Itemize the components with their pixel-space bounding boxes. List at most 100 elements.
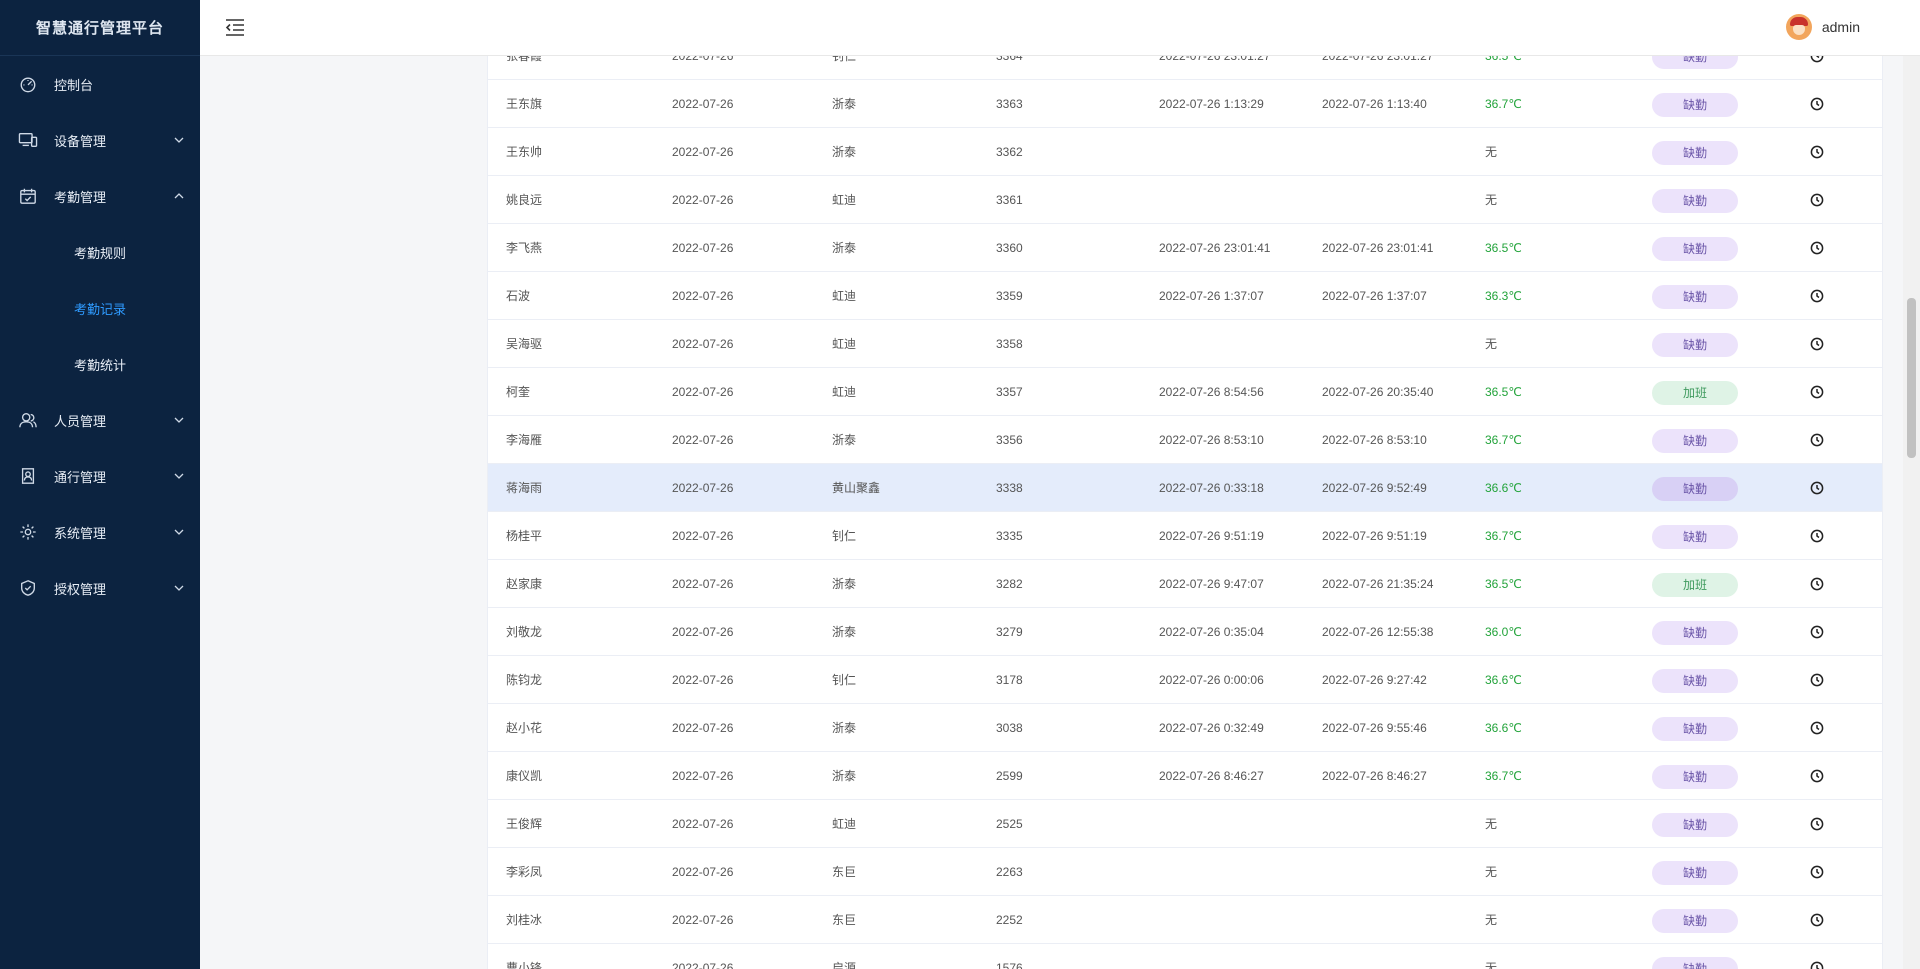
table-row[interactable]: 王俊辉 2022-07-26 虹迪 2525 无 缺勤 [488, 800, 1882, 848]
dashboard-icon [18, 74, 38, 94]
cell-check-out: 2022-07-26 12:55:38 [1322, 625, 1434, 639]
cell-name: 陈钧龙 [506, 673, 543, 687]
chevron-down-icon [174, 529, 184, 535]
cell-check-in: 2022-07-26 0:33:18 [1159, 481, 1264, 495]
sidebar-item-attendance-stats[interactable]: 考勤统计 [0, 336, 200, 392]
page-scrollbar[interactable] [1903, 56, 1920, 969]
cell-date: 2022-07-26 [672, 97, 734, 111]
table-row[interactable]: 赵家康 2022-07-26 浙泰 3282 2022-07-26 9:47:07 202… [488, 560, 1882, 608]
table-row[interactable]: 李彩凤 2022-07-26 东巨 2263 无 缺勤 [488, 848, 1882, 896]
sidebar-item-dashboard[interactable]: 控制台 [0, 56, 200, 112]
clock-icon[interactable] [1810, 865, 1824, 879]
table-row[interactable]: 李海雁 2022-07-26 浙泰 3356 2022-07-26 8:53:10 202… [488, 416, 1882, 464]
clock-icon[interactable] [1810, 337, 1824, 351]
clock-icon[interactable] [1810, 721, 1824, 735]
clock-icon[interactable] [1810, 289, 1824, 303]
users-icon [18, 410, 38, 430]
cell-date: 2022-07-26 [672, 481, 734, 495]
table-row[interactable]: 张春霞 2022-07-26 钊仁 3364 2022-07-26 23:01:27 20… [488, 56, 1882, 80]
cell-temperature: 无 [1485, 193, 1498, 207]
cell-date: 2022-07-26 [672, 56, 734, 63]
table-row[interactable]: 石波 2022-07-26 虹迪 3359 2022-07-26 1:37:07 2022… [488, 272, 1882, 320]
sidebar-item-access[interactable]: 通行管理 [0, 448, 200, 504]
clock-icon[interactable] [1810, 913, 1824, 927]
table-row[interactable]: 姚良远 2022-07-26 虹迪 3361 无 缺勤 [488, 176, 1882, 224]
clock-icon[interactable] [1810, 769, 1824, 783]
cell-name: 石波 [506, 289, 531, 303]
sidebar-item-authorization[interactable]: 授权管理 [0, 560, 200, 616]
devices-icon [18, 130, 38, 150]
table-row[interactable]: 王东帅 2022-07-26 浙泰 3362 无 缺勤 [488, 128, 1882, 176]
status-badge: 加班 [1652, 573, 1738, 597]
cell-check-out: 2022-07-26 9:52:49 [1322, 481, 1427, 495]
status-badge: 缺勤 [1652, 477, 1738, 501]
calendar-icon [18, 186, 38, 206]
table-row[interactable]: 康仪凯 2022-07-26 浙泰 2599 2022-07-26 8:46:27 202… [488, 752, 1882, 800]
status-badge: 缺勤 [1652, 909, 1738, 933]
clock-icon[interactable] [1810, 529, 1824, 543]
cell-date: 2022-07-26 [672, 865, 734, 879]
cell-temperature: 无 [1485, 337, 1498, 351]
cell-name: 赵家康 [506, 577, 543, 591]
sidebar-item-label: 控制台 [54, 77, 94, 93]
table-row[interactable]: 王东旗 2022-07-26 浙泰 3363 2022-07-26 1:13:29 202… [488, 80, 1882, 128]
table-row[interactable]: 蒋海雨 2022-07-26 黄山聚鑫 3338 2022-07-26 0:33:18 2… [488, 464, 1882, 512]
clock-icon[interactable] [1810, 817, 1824, 831]
avatar[interactable] [1785, 14, 1812, 40]
clock-icon[interactable] [1810, 481, 1824, 495]
cell-id: 3178 [996, 673, 1023, 687]
cell-name: 吴海驱 [506, 337, 543, 351]
scrollbar-thumb[interactable] [1907, 298, 1916, 458]
clock-icon[interactable] [1810, 193, 1824, 207]
table-row[interactable]: 柯奎 2022-07-26 虹迪 3357 2022-07-26 8:54:56 2022… [488, 368, 1882, 416]
cell-id: 3362 [996, 145, 1023, 159]
cell-id: 2252 [996, 913, 1023, 927]
table-row[interactable]: 陈钧龙 2022-07-26 钊仁 3178 2022-07-26 0:00:06 202… [488, 656, 1882, 704]
clock-icon[interactable] [1810, 241, 1824, 255]
sidebar-item-system[interactable]: 系统管理 [0, 504, 200, 560]
chevron-down-icon [174, 473, 184, 479]
cell-id: 3363 [996, 97, 1023, 111]
user-menu[interactable]: admin [1785, 14, 1860, 40]
clock-icon[interactable] [1810, 145, 1824, 159]
cell-temperature: 无 [1485, 145, 1498, 159]
clock-icon[interactable] [1810, 625, 1824, 639]
username[interactable]: admin [1822, 19, 1860, 35]
table-row[interactable]: 曹小锋 2022-07-26 启源 1576 无 缺勤 [488, 944, 1882, 969]
status-badge: 缺勤 [1652, 669, 1738, 693]
cell-temperature: 36.0℃ [1485, 625, 1522, 639]
cell-id: 3279 [996, 625, 1023, 639]
sidebar-item-label: 通行管理 [54, 469, 107, 485]
table-row[interactable]: 吴海驱 2022-07-26 虹迪 3358 无 缺勤 [488, 320, 1882, 368]
clock-icon[interactable] [1810, 961, 1824, 969]
cell-temperature: 无 [1485, 913, 1498, 927]
sidebar-item-personnel[interactable]: 人员管理 [0, 392, 200, 448]
attendance-table: 张春霞 2022-07-26 钊仁 3364 2022-07-26 23:01:27 20… [487, 56, 1883, 969]
clock-icon[interactable] [1810, 385, 1824, 399]
sidebar-item-attendance-rules[interactable]: 考勤规则 [0, 224, 200, 280]
cell-name: 姚良远 [506, 193, 543, 207]
cell-name: 张春霞 [506, 56, 543, 63]
sidebar-item-devices[interactable]: 设备管理 [0, 112, 200, 168]
cell-check-out: 2022-07-26 8:53:10 [1322, 433, 1427, 447]
app-title: 智慧通行管理平台 [0, 0, 200, 56]
table-row[interactable]: 刘敬龙 2022-07-26 浙泰 3279 2022-07-26 0:35:04 202… [488, 608, 1882, 656]
clock-icon[interactable] [1810, 433, 1824, 447]
table-row[interactable]: 刘桂冰 2022-07-26 东巨 2252 无 缺勤 [488, 896, 1882, 944]
menu-collapse-icon[interactable] [224, 17, 246, 39]
table-row[interactable]: 李飞燕 2022-07-26 浙泰 3360 2022-07-26 23:01:41 20… [488, 224, 1882, 272]
cell-date: 2022-07-26 [672, 577, 734, 591]
cell-site: 钊仁 [832, 529, 857, 543]
cell-site: 虹迪 [832, 337, 857, 351]
table-row[interactable]: 杨桂平 2022-07-26 钊仁 3335 2022-07-26 9:51:19 202… [488, 512, 1882, 560]
clock-icon[interactable] [1810, 56, 1824, 63]
cell-check-out: 2022-07-26 9:27:42 [1322, 673, 1427, 687]
attendance-submenu: 考勤规则 考勤记录 考勤统计 [0, 224, 200, 392]
sidebar-item-attendance[interactable]: 考勤管理 [0, 168, 200, 224]
clock-icon[interactable] [1810, 673, 1824, 687]
sidebar-item-attendance-records[interactable]: 考勤记录 [0, 280, 200, 336]
cell-check-out: 2022-07-26 9:51:19 [1322, 529, 1427, 543]
table-row[interactable]: 赵小花 2022-07-26 浙泰 3038 2022-07-26 0:32:49 202… [488, 704, 1882, 752]
clock-icon[interactable] [1810, 97, 1824, 111]
clock-icon[interactable] [1810, 577, 1824, 591]
